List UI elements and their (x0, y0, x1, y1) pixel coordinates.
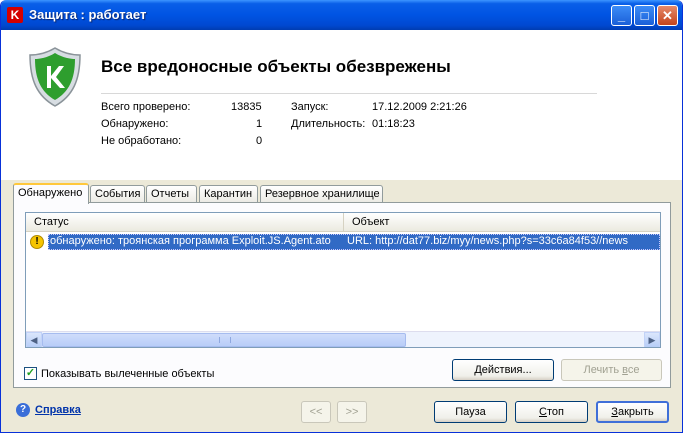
minimize-button[interactable]: _ (611, 5, 632, 26)
scroll-thumb[interactable] (42, 333, 406, 347)
column-header-object[interactable]: Объект (344, 213, 660, 232)
maximize-button[interactable]: □ (634, 5, 655, 26)
horizontal-scrollbar[interactable]: ◀ ▶ (26, 331, 660, 347)
actions-button[interactable]: Действия... (452, 359, 554, 381)
checked-label: Всего проверено: (101, 101, 191, 113)
duration-label: Длительность: (291, 118, 366, 130)
row-status: обнаружено: троянская программа Exploit.… (50, 235, 331, 247)
show-cured-label: Показывать вылеченные объекты (41, 368, 215, 380)
cure-all-suffix: се (627, 364, 640, 376)
grip-icon (219, 337, 231, 343)
tab-reports[interactable]: Отчеты (146, 185, 197, 202)
scroll-left-arrow-icon[interactable]: ◀ (26, 332, 42, 347)
help-link[interactable]: Справка (35, 404, 81, 416)
tab-backup[interactable]: Резервное хранилище (260, 185, 383, 202)
stop-button[interactable]: Стоп (515, 401, 588, 423)
row-object: URL: http://dat77.biz/myy/news.php?s=33c… (347, 235, 628, 247)
detected-list[interactable]: Статус Объект ! обнаружено: троянская пр… (25, 212, 661, 348)
help-icon[interactable]: ? (16, 403, 30, 417)
title-bar[interactable]: K Защита : работает _ □ ✕ (1, 0, 682, 30)
prev-button[interactable]: << (301, 401, 331, 423)
pause-button[interactable]: Пауза (434, 401, 507, 423)
cure-all-button[interactable]: Лечить все (561, 359, 662, 381)
close-button[interactable]: Закрыть (596, 401, 669, 423)
main-window: K Защита : работает _ □ ✕ Все вредоносны… (0, 0, 683, 433)
found-label: Обнаружено: (101, 118, 169, 130)
show-cured-checkbox[interactable]: ✓ (24, 367, 37, 380)
tab-events[interactable]: События (90, 185, 145, 202)
tab-quarantine[interactable]: Карантин (199, 185, 258, 202)
detected-panel: Статус Объект ! обнаружено: троянская пр… (13, 202, 671, 388)
stop-accel: С (539, 406, 547, 418)
duration-value: 01:18:23 (372, 118, 415, 130)
kaspersky-logo-icon: K (7, 7, 23, 23)
next-button[interactable]: >> (337, 401, 367, 423)
tab-detected[interactable]: Обнаружено (13, 183, 89, 204)
start-value: 17.12.2009 2:21:26 (372, 101, 467, 113)
scroll-right-arrow-icon[interactable]: ▶ (644, 332, 660, 347)
status-title: Все вредоносные объекты обезврежены (101, 57, 451, 76)
close-accel: З (611, 406, 618, 418)
stop-suffix: топ (546, 406, 564, 418)
unprocessed-value: 0 (256, 135, 263, 147)
header-panel: Все вредоносные объекты обезврежены Всег… (1, 30, 682, 180)
start-label: Запуск: (291, 101, 329, 113)
cure-all-prefix: Лечить (583, 364, 623, 376)
close-window-button[interactable]: ✕ (657, 5, 678, 26)
header-divider (101, 93, 597, 94)
table-row[interactable]: ! обнаружено: троянская программа Exploi… (26, 234, 660, 250)
warning-icon: ! (30, 235, 44, 249)
column-header-status[interactable]: Статус (26, 213, 344, 232)
close-suffix: акрыть (617, 406, 654, 418)
checked-value: 13835 (231, 101, 262, 113)
window-title: Защита : работает (29, 7, 147, 22)
unprocessed-label: Не обработано: (101, 135, 182, 147)
shield-check-icon (29, 47, 81, 107)
found-value: 1 (256, 118, 263, 130)
